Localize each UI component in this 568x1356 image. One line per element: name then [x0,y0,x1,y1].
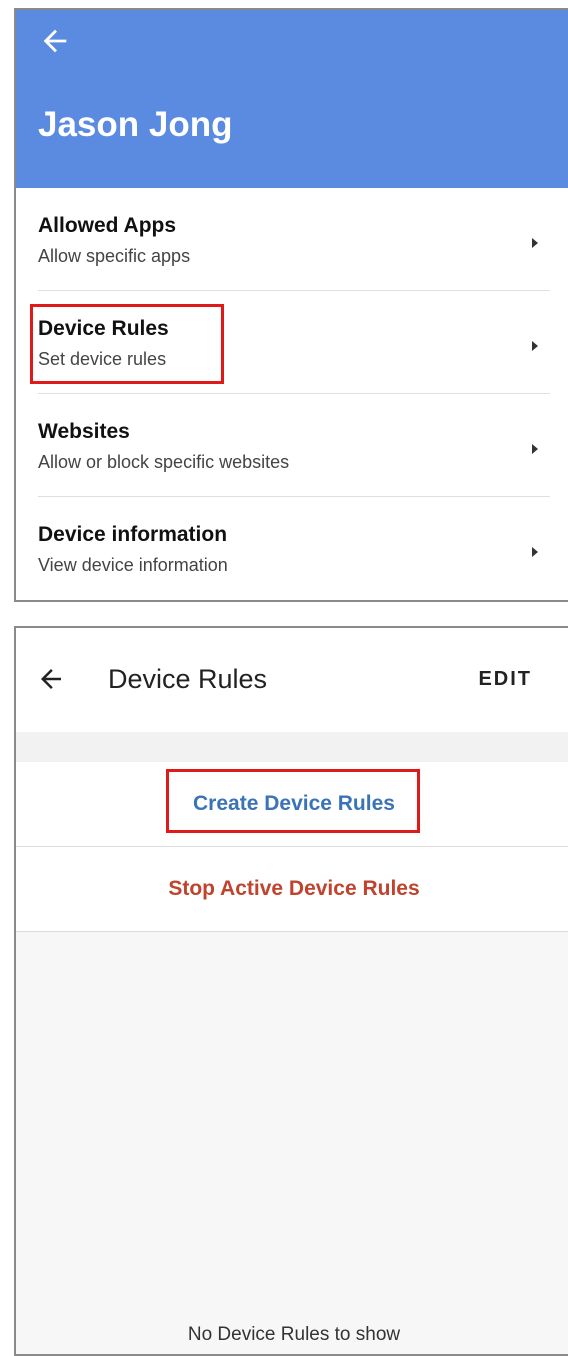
item-subtitle: View device information [38,555,228,575]
create-rules-highlight [166,769,420,833]
settings-list: Allowed Apps Allow specific apps Device … [16,188,568,599]
edit-button[interactable]: EDIT [478,668,532,691]
item-title: Device information [38,523,228,546]
header-divider [16,732,568,762]
device-rules-panel: Device Rules EDIT Create Device Rules St… [14,626,568,1356]
profile-title: Jason Jong [38,105,233,144]
list-item-device-information[interactable]: Device information View device informati… [38,497,550,599]
chevron-right-icon [532,547,538,557]
stop-active-device-rules-label: Stop Active Device Rules [168,877,420,900]
profile-header: Jason Jong [16,10,568,188]
item-subtitle: Allow or block specific websites [38,452,290,472]
chevron-right-icon [532,238,538,248]
back-arrow-icon[interactable] [38,24,72,58]
chevron-right-icon [532,444,538,454]
stop-active-device-rules-button[interactable]: Stop Active Device Rules [16,847,568,932]
device-rules-highlight [30,304,224,384]
profile-panel: Jason Jong Allowed Apps Allow specific a… [14,8,568,602]
page-title: Device Rules [108,664,268,694]
item-title: Websites [38,420,130,443]
list-item-websites[interactable]: Websites Allow or block specific website… [38,394,550,497]
empty-state-text: No Device Rules to show [187,1324,401,1345]
chevron-right-icon [532,341,538,351]
app-bar: Device Rules EDIT [16,628,568,732]
item-subtitle: Allow specific apps [38,246,191,266]
back-arrow-icon[interactable] [36,664,66,694]
item-title: Allowed Apps [38,214,177,237]
list-item-allowed-apps[interactable]: Allowed Apps Allow specific apps [38,188,550,291]
